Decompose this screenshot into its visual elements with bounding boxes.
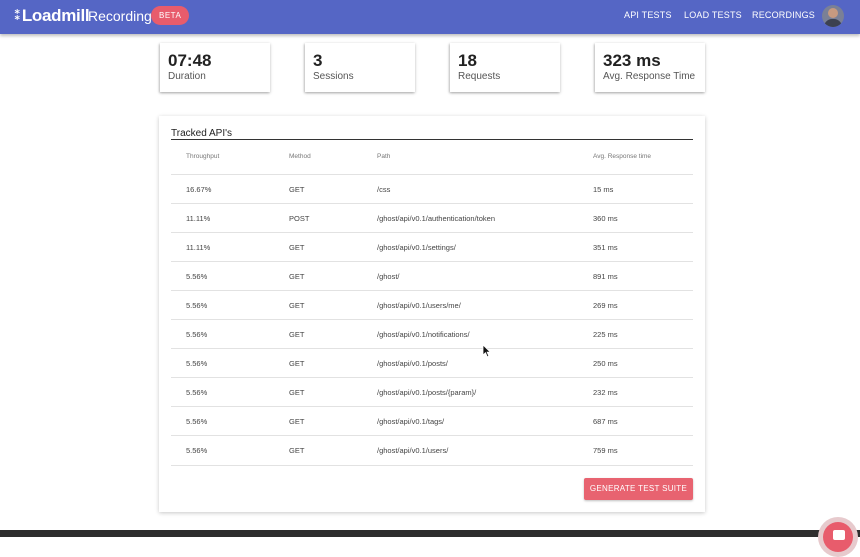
nav-load-tests[interactable]: LOAD TESTS xyxy=(684,10,742,20)
nav-recordings[interactable]: RECORDINGS xyxy=(752,10,815,20)
path-cell: /ghost/ xyxy=(377,272,400,281)
column-header-throughput[interactable]: Throughput xyxy=(186,153,219,160)
avg-response-cell: 15 ms xyxy=(593,185,614,194)
avatar-body xyxy=(824,19,842,27)
page-title: Recording xyxy=(88,8,152,24)
avg-response-cell: 269 ms xyxy=(593,301,618,310)
stat-card-sessions: 3 Sessions xyxy=(305,43,415,92)
method-cell: GET xyxy=(289,417,305,426)
footer-bar xyxy=(0,530,860,537)
stat-label: Sessions xyxy=(313,71,354,82)
method-cell: GET xyxy=(289,330,305,339)
avg-response-cell: 351 ms xyxy=(593,243,618,252)
stat-value: 18 xyxy=(458,51,477,70)
column-header-avg-response[interactable]: Avg. Response time xyxy=(593,153,651,160)
path-cell: /ghost/api/v0.1/authentication/token xyxy=(377,214,496,223)
stat-label: Requests xyxy=(458,71,501,82)
path-cell: /ghost/api/v0.1/users/ xyxy=(377,446,449,455)
stat-value: 323 ms xyxy=(603,51,661,70)
avg-response-cell: 225 ms xyxy=(593,330,618,339)
chat-icon xyxy=(833,530,845,540)
throughput-cell: 5.56% xyxy=(186,446,208,455)
card-title: Tracked API's xyxy=(171,128,233,139)
throughput-cell: 11.11% xyxy=(186,243,211,252)
throughput-cell: 16.67% xyxy=(186,185,212,194)
throughput-cell: 11.11% xyxy=(186,214,211,223)
method-cell: POST xyxy=(289,214,310,223)
method-cell: GET xyxy=(289,243,305,252)
stat-card-duration: 07:48 Duration xyxy=(160,43,270,92)
method-cell: GET xyxy=(289,185,305,194)
method-cell: GET xyxy=(289,388,305,397)
avg-response-cell: 360 ms xyxy=(593,214,618,223)
logo-text: Loadmill xyxy=(21,6,90,25)
table-row[interactable]: 5.56% GET /ghost/api/v0.1/posts/ 250 ms xyxy=(171,348,693,378)
stat-label: Avg. Response Time xyxy=(603,71,696,82)
avg-response-cell: 759 ms xyxy=(593,446,618,455)
nav-api-tests[interactable]: API TESTS xyxy=(624,10,672,20)
throughput-cell: 5.56% xyxy=(186,388,208,397)
stat-card-requests: 18 Requests xyxy=(450,43,560,92)
table-row[interactable]: 5.56% GET /ghost/api/v0.1/posts/{param}/… xyxy=(171,377,693,407)
throughput-cell: 5.56% xyxy=(186,359,208,368)
table-row[interactable]: 5.56% GET /ghost/api/v0.1/notifications/… xyxy=(171,319,693,349)
throughput-cell: 5.56% xyxy=(186,301,208,310)
avg-response-cell: 891 ms xyxy=(593,272,618,281)
loadmill-logo[interactable]: ⁑ Loadmill xyxy=(14,6,90,26)
path-cell: /ghost/api/v0.1/posts/ xyxy=(377,359,448,368)
user-avatar[interactable] xyxy=(822,5,844,27)
method-cell: GET xyxy=(289,359,305,368)
generate-test-suite-button[interactable]: GENERATE TEST SUITE xyxy=(584,478,693,500)
throughput-cell: 5.56% xyxy=(186,330,208,339)
method-cell: GET xyxy=(289,272,305,281)
throughput-cell: 5.56% xyxy=(186,272,208,281)
path-cell: /ghost/api/v0.1/users/me/ xyxy=(377,301,461,310)
avg-response-cell: 250 ms xyxy=(593,359,618,368)
path-cell: /ghost/api/v0.1/notifications/ xyxy=(377,330,470,339)
chat-button[interactable] xyxy=(818,517,858,557)
column-header-path[interactable]: Path xyxy=(377,153,390,160)
stat-label: Duration xyxy=(168,71,206,82)
table-row[interactable]: 11.11% POST /ghost/api/v0.1/authenticati… xyxy=(171,203,693,233)
table-row[interactable]: 11.11% GET /ghost/api/v0.1/settings/ 351… xyxy=(171,232,693,262)
table-row[interactable]: 5.56% GET /ghost/api/v0.1/users/ 759 ms xyxy=(171,435,693,466)
stat-value: 3 xyxy=(313,51,323,70)
path-cell: /css xyxy=(377,185,391,194)
top-app-bar: ⁑ Loadmill Recording BETA API TESTS LOAD… xyxy=(0,0,860,34)
table-row[interactable]: 5.56% GET /ghost/api/v0.1/tags/ 687 ms xyxy=(171,406,693,436)
avg-response-cell: 232 ms xyxy=(593,388,618,397)
path-cell: /ghost/api/v0.1/tags/ xyxy=(377,417,445,426)
stat-value: 07:48 xyxy=(168,51,212,70)
title-divider xyxy=(171,139,693,140)
mouse-pointer-icon xyxy=(482,344,492,358)
beta-badge: BETA xyxy=(151,6,190,25)
method-cell: GET xyxy=(289,446,305,455)
table-row[interactable]: 16.67% GET /css 15 ms xyxy=(171,174,693,204)
method-cell: GET xyxy=(289,301,305,310)
table-row[interactable]: 5.56% GET /ghost/api/v0.1/users/me/ 269 … xyxy=(171,290,693,320)
tracked-apis-card: Tracked API's Throughput Method Path Avg… xyxy=(159,116,705,512)
logo-mark-icon: ⁑ xyxy=(14,8,21,23)
avatar-head xyxy=(828,8,838,18)
path-cell: /ghost/api/v0.1/posts/{param}/ xyxy=(377,388,477,397)
column-header-method[interactable]: Method xyxy=(289,153,311,160)
avg-response-cell: 687 ms xyxy=(593,417,618,426)
path-cell: /ghost/api/v0.1/settings/ xyxy=(377,243,456,252)
throughput-cell: 5.56% xyxy=(186,417,208,426)
stat-card-avg-response: 323 ms Avg. Response Time xyxy=(595,43,705,92)
table-row[interactable]: 5.56% GET /ghost/ 891 ms xyxy=(171,261,693,291)
